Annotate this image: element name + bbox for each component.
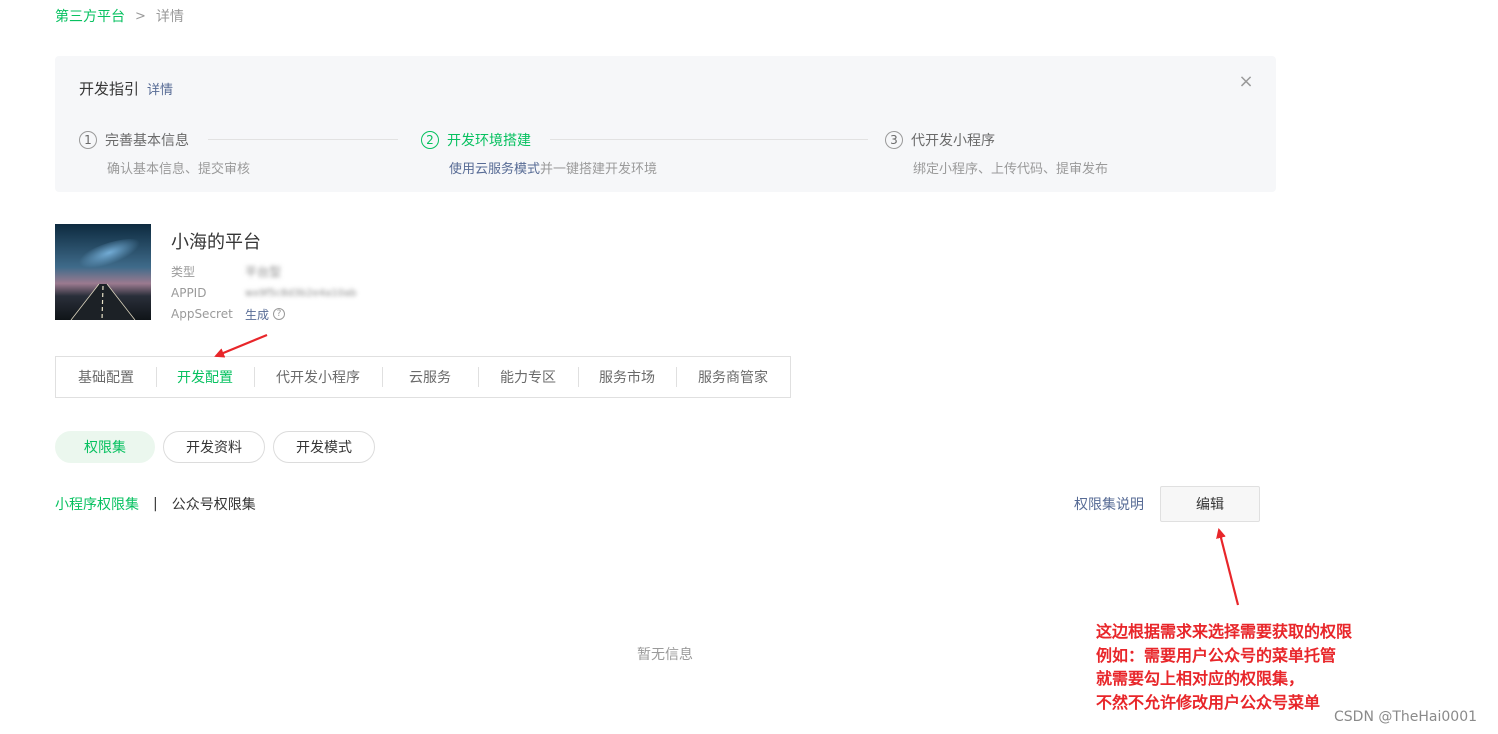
cloud-service-mode-link[interactable]: 使用云服务模式: [449, 162, 540, 177]
step-title: 开发环境搭建: [447, 133, 531, 149]
close-icon[interactable]: ×: [1238, 73, 1254, 91]
step-desc-text: 绑定小程序、上传代码、提审发布: [913, 162, 1109, 177]
guide-step-3: 3 代开发小程序: [885, 130, 995, 150]
tab-cloud-service[interactable]: 云服务: [382, 357, 478, 397]
info-row-secret: AppSecret 生成 ?: [171, 305, 286, 323]
annotation-line: 不然不允许修改用户公众号菜单: [1096, 692, 1321, 712]
step-connector: [550, 139, 868, 140]
type-value: 平台型: [245, 264, 282, 279]
subtab-dev-mode[interactable]: 开发模式: [273, 431, 375, 463]
annotation-note: 这边根据需求来选择需要获取的权限 例如：需要用户公众号的菜单托管 就需要勾上相对…: [1096, 620, 1352, 714]
step-title: 代开发小程序: [911, 133, 995, 149]
breadcrumb-root-link[interactable]: 第三方平台: [55, 6, 125, 26]
tab-dev-config[interactable]: 开发配置: [156, 357, 254, 397]
step-title: 完善基本信息: [105, 133, 189, 149]
tab-official-account-permissions[interactable]: 公众号权限集: [172, 494, 256, 514]
subtab-dev-resources[interactable]: 开发资料: [163, 431, 265, 463]
platform-avatar: [55, 224, 151, 320]
appsecret-label: AppSecret: [171, 307, 233, 321]
question-icon[interactable]: ?: [273, 308, 286, 320]
annotation-line: 就需要勾上相对应的权限集，: [1096, 669, 1305, 688]
step-number: 1: [79, 131, 97, 149]
generate-secret-link[interactable]: 生成: [245, 306, 269, 323]
arrow-to-dev-config: [214, 333, 268, 358]
platform-name: 小海的平台: [171, 232, 261, 253]
arrow-to-edit-button: [1216, 528, 1240, 606]
tab-capability-zone[interactable]: 能力专区: [478, 357, 578, 397]
subtab-permission-set[interactable]: 权限集: [55, 431, 155, 463]
info-row-appid: APPID wx9f5c8d3b2e4a10ab: [171, 284, 356, 302]
tab-basic-config[interactable]: 基础配置: [56, 357, 156, 397]
step-desc-text: 确认基本信息、提交审核: [107, 162, 251, 177]
guide-step-2: 2 开发环境搭建: [421, 130, 531, 150]
appid-value: wx9f5c8d3b2e4a10ab: [245, 287, 357, 299]
step-desc-text: 并一键搭建开发环境: [540, 162, 658, 177]
guide-title: 开发指引: [79, 80, 140, 98]
annotation-line: 这边根据需求来选择需要获取的权限: [1096, 622, 1353, 641]
type-label: 类型: [171, 264, 196, 279]
tab-separator: |: [153, 496, 158, 512]
info-row-type: 类型 平台型: [171, 262, 281, 280]
permission-explain-link[interactable]: 权限集说明: [1074, 494, 1144, 514]
step-desc: 使用云服务模式并一键搭建开发环境: [449, 158, 657, 177]
step-connector: [208, 139, 398, 140]
breadcrumb: 第三方平台 > 详情: [55, 6, 184, 26]
guide-detail-link[interactable]: 详情: [147, 79, 173, 98]
guide-step-1: 1 完善基本信息: [79, 130, 189, 150]
annotation-line: 例如：需要用户公众号的菜单托管: [1096, 645, 1337, 665]
dev-guide-panel: 开发指引 详情 × 1 完善基本信息 确认基本信息、提交审核 2 开发环境搭建 …: [55, 56, 1276, 192]
tab-provider-butler[interactable]: 服务商管家: [676, 357, 790, 397]
step-number: 2: [421, 131, 439, 149]
step-desc: 绑定小程序、上传代码、提审发布: [913, 158, 1108, 177]
chevron-right-icon: >: [135, 8, 146, 24]
breadcrumb-current: 详情: [155, 9, 184, 25]
tab-proxy-miniprogram[interactable]: 代开发小程序: [254, 357, 382, 397]
config-tabbar: 基础配置 开发配置 代开发小程序 云服务 能力专区 服务市场 服务商管家: [55, 356, 791, 398]
tab-service-market[interactable]: 服务市场: [578, 357, 676, 397]
permission-type-tabs: 小程序权限集 | 公众号权限集: [55, 494, 256, 514]
step-desc: 确认基本信息、提交审核: [107, 158, 250, 177]
appid-label: APPID: [171, 286, 207, 300]
guide-header: 开发指引 详情: [79, 78, 173, 99]
edit-button[interactable]: 编辑: [1160, 486, 1260, 522]
avatar-image: [55, 224, 151, 320]
step-number: 3: [885, 131, 903, 149]
watermark: CSDN @TheHai0001: [1334, 709, 1478, 725]
tab-miniprogram-permissions[interactable]: 小程序权限集: [55, 494, 139, 514]
